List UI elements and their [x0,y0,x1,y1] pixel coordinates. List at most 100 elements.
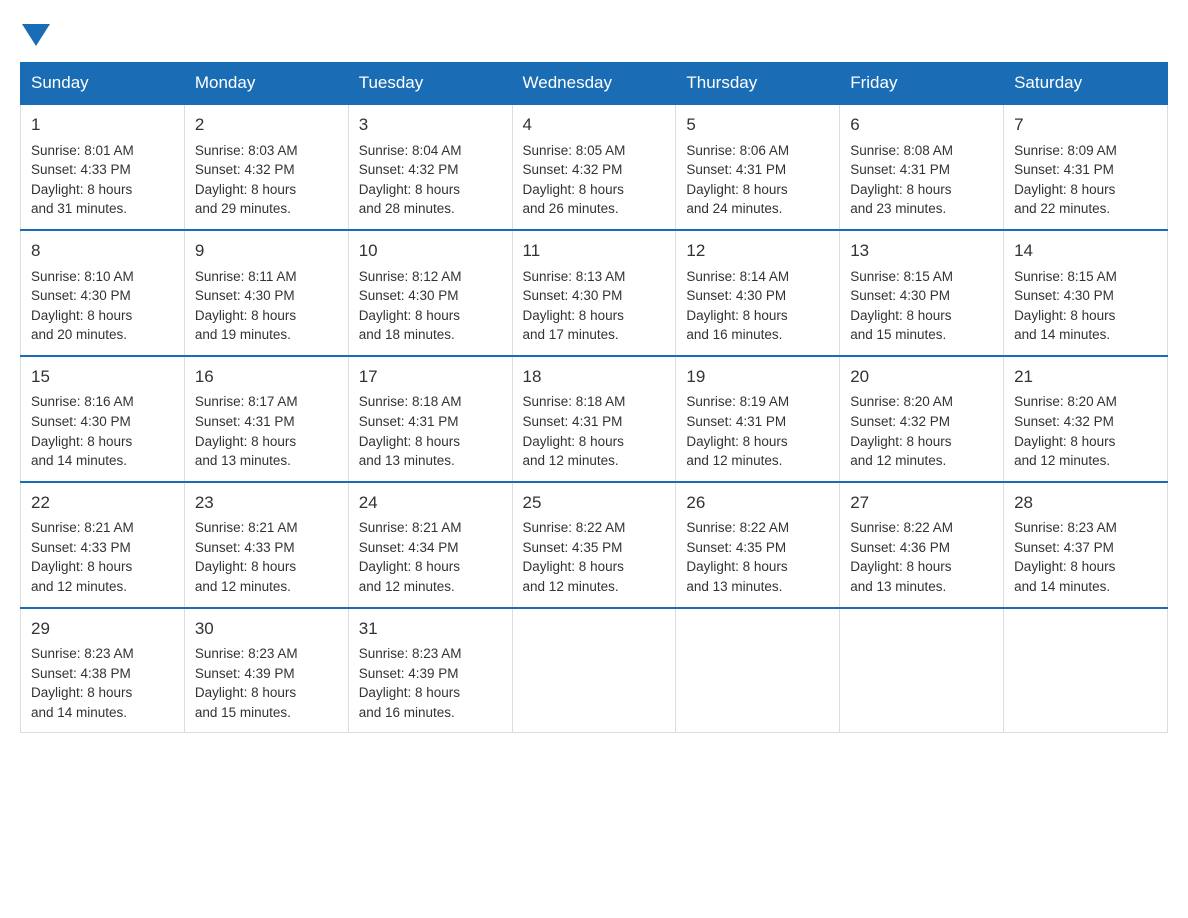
calendar-cell: 13Sunrise: 8:15 AMSunset: 4:30 PMDayligh… [840,230,1004,356]
daylight-minutes: and 13 minutes. [850,579,946,594]
sunrise-text: Sunrise: 8:21 AM [359,520,462,535]
calendar-cell: 29 Sunrise: 8:23 AM Sunset: 4:38 PM Dayligh… [21,608,185,733]
sunrise-text: Sunrise: 8:23 AM [1014,520,1117,535]
sunset-text: Sunset: 4:38 PM [31,666,131,681]
sunset-text: Sunset: 4:30 PM [359,288,459,303]
calendar-cell: 28Sunrise: 8:23 AMSunset: 4:37 PMDayligh… [1004,482,1168,608]
sunset-text: Sunset: 4:30 PM [850,288,950,303]
daylight-text: Daylight: 8 hours [1014,308,1115,323]
daylight-text: Daylight: 8 hours [195,182,296,197]
calendar-cell: 8Sunrise: 8:10 AMSunset: 4:30 PMDaylight… [21,230,185,356]
sunset-text: Sunset: 4:31 PM [686,414,786,429]
day-number: 22 [31,491,174,516]
sunrise-text: Sunrise: 8:21 AM [195,520,298,535]
daylight-minutes: and 12 minutes. [686,453,782,468]
day-number: 19 [686,365,829,390]
sunset-text: Sunset: 4:36 PM [850,540,950,555]
daylight-minutes: and 15 minutes. [195,705,291,720]
daylight-text: Daylight: 8 hours [850,559,951,574]
sunrise-text: Sunrise: 8:10 AM [31,269,134,284]
daylight-minutes: and 29 minutes. [195,201,291,216]
daylight-minutes: and 28 minutes. [359,201,455,216]
daylight-text: Daylight: 8 hours [359,308,460,323]
sunset-text: Sunset: 4:33 PM [195,540,295,555]
day-number: 31 [359,617,502,642]
daylight-minutes: and 12 minutes. [359,579,455,594]
sunset-text: Sunset: 4:30 PM [31,414,131,429]
daylight-minutes: and 31 minutes. [31,201,127,216]
daylight-text: Daylight: 8 hours [195,559,296,574]
sunrise-text: Sunrise: 8:14 AM [686,269,789,284]
daylight-minutes: and 17 minutes. [523,327,619,342]
daylight-minutes: and 20 minutes. [31,327,127,342]
calendar-cell: 5Sunrise: 8:06 AMSunset: 4:31 PMDaylight… [676,104,840,230]
day-number: 10 [359,239,502,264]
daylight-text: Daylight: 8 hours [359,434,460,449]
sunset-text: Sunset: 4:33 PM [31,162,131,177]
day-number: 25 [523,491,666,516]
sunset-text: Sunset: 4:33 PM [31,540,131,555]
daylight-text: Daylight: 8 hours [31,685,132,700]
sunset-text: Sunset: 4:32 PM [1014,414,1114,429]
calendar-table: SundayMondayTuesdayWednesdayThursdayFrid… [20,62,1168,733]
calendar-week-row: 1Sunrise: 8:01 AMSunset: 4:33 PMDaylight… [21,104,1168,230]
calendar-header-row: SundayMondayTuesdayWednesdayThursdayFrid… [21,63,1168,105]
daylight-text: Daylight: 8 hours [523,182,624,197]
sunset-text: Sunset: 4:30 PM [686,288,786,303]
weekday-header-monday: Monday [184,63,348,105]
calendar-cell: 2Sunrise: 8:03 AMSunset: 4:32 PMDaylight… [184,104,348,230]
day-number: 29 [31,617,174,642]
sunrise-text: Sunrise: 8:23 AM [359,646,462,661]
day-number: 21 [1014,365,1157,390]
weekday-header-sunday: Sunday [21,63,185,105]
logo [20,20,52,42]
weekday-header-tuesday: Tuesday [348,63,512,105]
sunrise-text: Sunrise: 8:23 AM [195,646,298,661]
daylight-text: Daylight: 8 hours [850,182,951,197]
calendar-cell: 6Sunrise: 8:08 AMSunset: 4:31 PMDaylight… [840,104,1004,230]
sunset-text: Sunset: 4:31 PM [1014,162,1114,177]
day-number: 11 [523,239,666,264]
calendar-cell [840,608,1004,733]
day-number: 18 [523,365,666,390]
daylight-minutes: and 14 minutes. [1014,327,1110,342]
day-number: 13 [850,239,993,264]
day-number: 3 [359,113,502,138]
daylight-text: Daylight: 8 hours [686,308,787,323]
daylight-text: Daylight: 8 hours [1014,182,1115,197]
calendar-week-row: 15Sunrise: 8:16 AMSunset: 4:30 PMDayligh… [21,356,1168,482]
sunrise-text: Sunrise: 8:08 AM [850,143,953,158]
calendar-cell [676,608,840,733]
day-number: 5 [686,113,829,138]
daylight-text: Daylight: 8 hours [359,685,460,700]
daylight-text: Daylight: 8 hours [359,559,460,574]
sunset-text: Sunset: 4:31 PM [523,414,623,429]
day-number: 23 [195,491,338,516]
daylight-text: Daylight: 8 hours [195,434,296,449]
daylight-minutes: and 23 minutes. [850,201,946,216]
sunrise-text: Sunrise: 8:21 AM [31,520,134,535]
sunset-text: Sunset: 4:32 PM [359,162,459,177]
calendar-cell [1004,608,1168,733]
daylight-minutes: and 14 minutes. [1014,579,1110,594]
sunset-text: Sunset: 4:34 PM [359,540,459,555]
sunrise-text: Sunrise: 8:23 AM [31,646,134,661]
day-number: 8 [31,239,174,264]
day-number: 14 [1014,239,1157,264]
day-number: 2 [195,113,338,138]
daylight-minutes: and 26 minutes. [523,201,619,216]
calendar-cell: 21Sunrise: 8:20 AMSunset: 4:32 PMDayligh… [1004,356,1168,482]
daylight-minutes: and 14 minutes. [31,705,127,720]
daylight-text: Daylight: 8 hours [195,685,296,700]
day-number: 27 [850,491,993,516]
daylight-minutes: and 12 minutes. [195,579,291,594]
day-number: 26 [686,491,829,516]
calendar-cell: 27 Sunrise: 8:22 AM Sunset: 4:36 PM Dayligh… [840,482,1004,608]
sunrise-text: Sunrise: 8:22 AM [850,520,953,535]
calendar-cell: 3Sunrise: 8:04 AMSunset: 4:32 PMDaylight… [348,104,512,230]
sunrise-text: Sunrise: 8:17 AM [195,394,298,409]
daylight-minutes: and 12 minutes. [523,453,619,468]
sunrise-text: Sunrise: 8:12 AM [359,269,462,284]
calendar-cell: 1Sunrise: 8:01 AMSunset: 4:33 PMDaylight… [21,104,185,230]
daylight-minutes: and 13 minutes. [359,453,455,468]
